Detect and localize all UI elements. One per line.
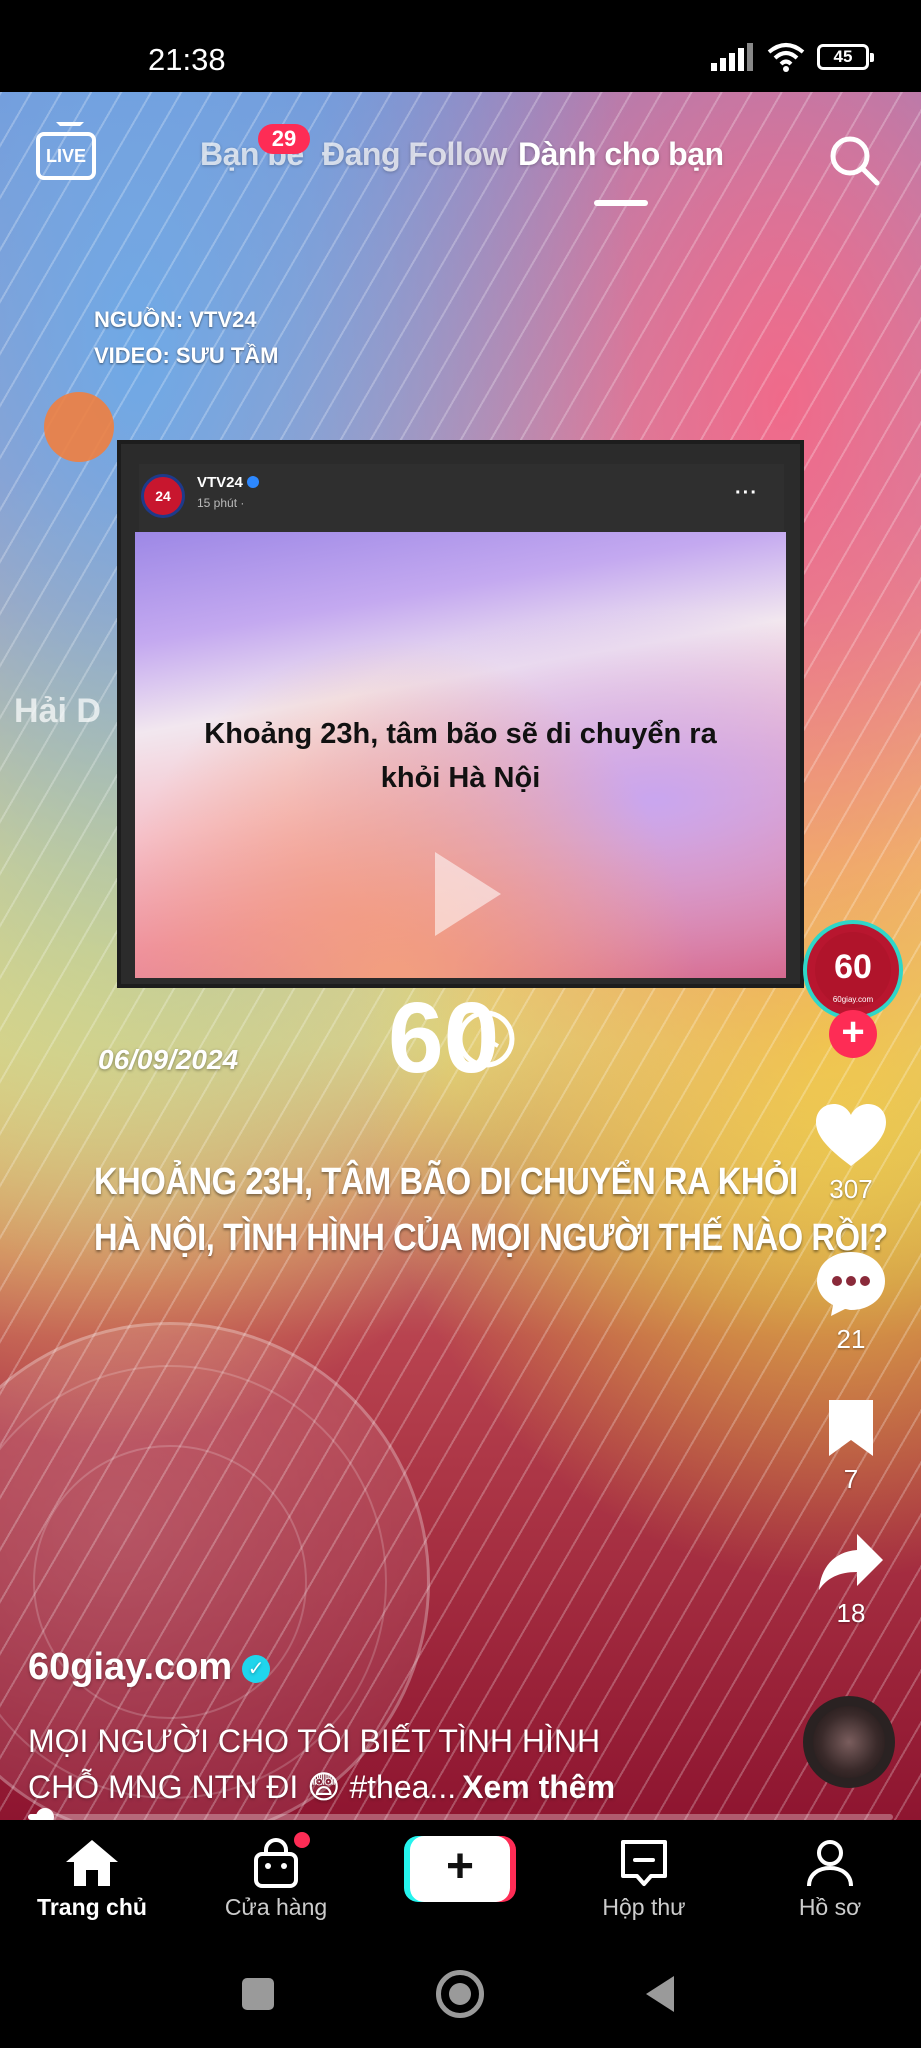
home-icon	[66, 1840, 118, 1886]
signal-icon	[711, 43, 753, 71]
video-headline: KHOẢNG 23H, TÂM BÃO DI CHUYỂN RA KHỎI HÀ…	[94, 1154, 888, 1266]
friends-badge: 29	[258, 124, 310, 154]
verified-icon: ✓	[242, 1655, 271, 1683]
status-bar: 21:38 45	[0, 0, 921, 92]
video-date: 06/09/2024	[98, 1044, 239, 1075]
map-place-label: Hải D	[14, 692, 101, 730]
wifi-icon	[767, 43, 805, 72]
nav-inbox-label: Hộp thư	[602, 1894, 686, 1920]
embedded-post-text: Khoảng 23h, tâm bão sẽ di chuyển ra khỏi…	[135, 712, 786, 800]
tab-following[interactable]: Đang Follow	[322, 136, 507, 173]
follow-button[interactable]: +	[829, 1010, 877, 1058]
shop-notification-dot	[294, 1832, 310, 1848]
creator-name[interactable]: 60giay.com ✓	[28, 1646, 271, 1689]
music-disc[interactable]	[803, 1696, 895, 1788]
caption-line: MỌI NGƯỜI CHO TÔI BIẾT TÌNH HÌNH	[28, 1723, 601, 1759]
source-line: VIDEO: SƯU TẦM	[94, 343, 279, 368]
status-time: 21:38	[148, 42, 226, 77]
embedded-post-page-name-text: VTV24	[197, 474, 243, 491]
save-count: 7	[843, 1464, 859, 1494]
active-tab-indicator	[594, 200, 648, 206]
see-more-link[interactable]: Xem thêm	[462, 1769, 615, 1805]
like-button[interactable]: 307	[781, 1102, 921, 1205]
post-caption[interactable]: MỌI NGƯỜI CHO TÔI BIẾT TÌNH HÌNH CHỖ MNG…	[28, 1718, 728, 1810]
nav-home[interactable]: Trang chủ	[12, 1838, 172, 1921]
embedded-post-text-line: khỏi Hà Nội	[380, 762, 541, 794]
embedded-post: 24 VTV24 15 phút · ··· Khoảng 23h, tâm b…	[117, 440, 804, 988]
embedded-post-page-name: VTV24	[197, 474, 259, 491]
inbox-icon	[621, 1840, 667, 1886]
shopping-bag-icon	[254, 1838, 298, 1888]
verified-icon	[246, 476, 259, 488]
embedded-post-header: 24 VTV24 15 phút · ···	[139, 464, 784, 532]
plus-icon: +	[445, 1840, 475, 1893]
live-icon[interactable]: LIVE	[36, 122, 96, 180]
share-icon	[819, 1534, 883, 1590]
source-line: NGUỒN: VTV24	[94, 307, 257, 332]
60giay-logo: 60	[388, 984, 515, 1088]
nav-profile[interactable]: Hồ sơ	[750, 1838, 910, 1921]
embedded-post-text-line: Khoảng 23h, tâm bão sẽ di chuyển ra	[204, 718, 717, 750]
create-button[interactable]: +	[410, 1836, 510, 1902]
logo-text: 60	[388, 984, 499, 1088]
profile-icon	[807, 1840, 853, 1887]
bookmark-icon	[829, 1400, 873, 1456]
nav-shop-label: Cửa hàng	[224, 1894, 328, 1920]
play-icon	[435, 852, 501, 936]
battery-icon: 45	[817, 44, 874, 70]
comment-icon	[817, 1252, 885, 1316]
recents-icon[interactable]	[242, 1978, 274, 2010]
share-count: 18	[836, 1598, 866, 1628]
nav-inbox[interactable]: Hộp thư	[564, 1838, 724, 1921]
home-system-icon[interactable]	[436, 1970, 484, 2018]
embedded-post-time: 15 phút ·	[197, 496, 245, 510]
heart-icon	[816, 1104, 886, 1166]
creator-name-text: 60giay.com	[28, 1646, 233, 1688]
headline-line: KHOẢNG 23H, TÂM BÃO DI CHUYỂN RA KHỎI	[94, 1161, 798, 1203]
video-source: NGUỒN: VTV24 VIDEO: SƯU TẦM	[94, 302, 278, 374]
tab-for-you[interactable]: Dành cho bạn	[518, 136, 724, 173]
creator-avatar[interactable]: 60 60giay.com	[803, 920, 903, 1020]
creator-avatar-caption: 60giay.com	[832, 995, 874, 1004]
top-nav: LIVE Bạn bè 29 Đang Follow Dành cho bạn	[0, 92, 921, 232]
comment-count: 21	[836, 1324, 866, 1354]
storm-marker	[44, 392, 114, 462]
nav-shop[interactable]: Cửa hàng	[196, 1832, 356, 1921]
embedded-post-avatar: 24	[141, 474, 185, 518]
headline-line: HÀ NỘI, TÌNH HÌNH CỦA MỌI NGƯỜI THẾ NÀO …	[94, 1217, 888, 1259]
status-icons: 45	[711, 42, 874, 72]
bottom-nav: Trang chủ Cửa hàng + Hộp thư Hồ sơ	[0, 1820, 921, 1928]
save-button[interactable]: 7	[781, 1398, 921, 1495]
like-count: 307	[829, 1174, 873, 1204]
back-icon[interactable]	[646, 1976, 674, 2012]
share-button[interactable]: 18	[781, 1532, 921, 1629]
system-nav-bar	[0, 1928, 921, 2048]
more-icon: ···	[735, 482, 758, 504]
caption-text: CHỖ MNG NTN ĐI 😨 #thea...	[28, 1769, 457, 1805]
comment-button[interactable]: 21	[781, 1250, 921, 1355]
caption-line-2: CHỖ MNG NTN ĐI 😨 #thea... Xem thêm	[28, 1764, 728, 1810]
nav-profile-label: Hồ sơ	[798, 1894, 862, 1920]
nav-home-label: Trang chủ	[37, 1894, 147, 1920]
embedded-post-image: Khoảng 23h, tâm bão sẽ di chuyển ra khỏi…	[135, 532, 786, 978]
search-icon[interactable]	[828, 134, 880, 186]
